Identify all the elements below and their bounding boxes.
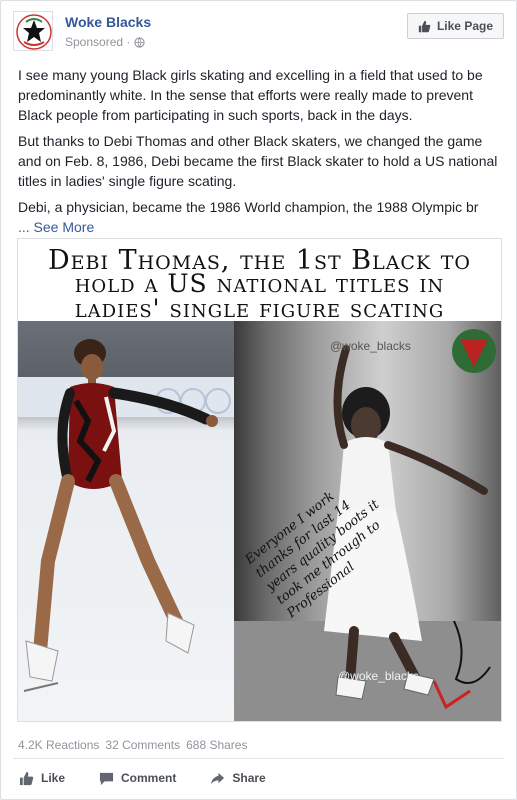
share-arrow-icon <box>211 772 225 784</box>
post-paragraph-text: Debi, a physician, became the 1986 World… <box>18 199 479 215</box>
post-paragraph: Debi, a physician, became the 1986 World… <box>18 197 504 237</box>
comment-button[interactable]: Comment <box>99 771 176 786</box>
share-button[interactable]: Share <box>210 771 266 786</box>
like-page-button[interactable]: Like Page <box>406 13 504 39</box>
post-header: Woke Blacks Sponsored · Like Page <box>13 11 504 55</box>
watermark-top: @woke_blacks <box>330 339 411 353</box>
see-more-link[interactable]: ... See More <box>18 219 94 235</box>
page-name-link[interactable]: Woke Blacks <box>65 14 151 30</box>
image-title: Debi Thomas, the 1st Black to hold a US … <box>18 239 501 323</box>
thumbs-up-icon <box>19 771 34 785</box>
image-title-line: ladies' single figure scating <box>74 294 445 323</box>
post-text: I see many young Black girls skating and… <box>18 65 504 243</box>
post-image[interactable]: Debi Thomas, the 1st Black to hold a US … <box>17 238 502 722</box>
sponsored-text: Sponsored · <box>65 35 131 49</box>
skater-photo-bw: @woke_blacks @woke_blacks Everyone I wor… <box>234 321 501 721</box>
like-label: Like <box>41 771 66 785</box>
skater-photo-color <box>18 321 234 721</box>
woke-blacks-logo-icon <box>16 14 52 50</box>
comment-icon <box>99 772 114 785</box>
comments-count[interactable]: 32 Comments <box>105 738 180 752</box>
skater-figure-left <box>18 339 234 692</box>
like-button[interactable]: Like <box>19 771 65 786</box>
post-paragraph: But thanks to Debi Thomas and other Blac… <box>18 133 498 189</box>
globe-icon[interactable] <box>134 36 146 48</box>
thumbs-up-icon <box>418 20 431 32</box>
post-card: Woke Blacks Sponsored · Like Page I see … <box>0 0 517 800</box>
page-avatar[interactable] <box>13 11 53 51</box>
shares-count[interactable]: 688 Shares <box>186 738 247 752</box>
post-paragraph: I see many young Black girls skating and… <box>18 67 483 123</box>
like-page-label: Like Page <box>436 19 493 33</box>
sponsored-label: Sponsored · <box>65 35 146 49</box>
actions-divider <box>13 758 504 759</box>
comment-label: Comment <box>121 771 177 785</box>
post-stats: 4.2K Reactions 32 Comments 688 Shares <box>18 738 247 752</box>
share-label: Share <box>232 771 266 785</box>
post-actions: Like Comment Share <box>13 764 504 792</box>
reactions-count[interactable]: 4.2K Reactions <box>18 738 99 752</box>
